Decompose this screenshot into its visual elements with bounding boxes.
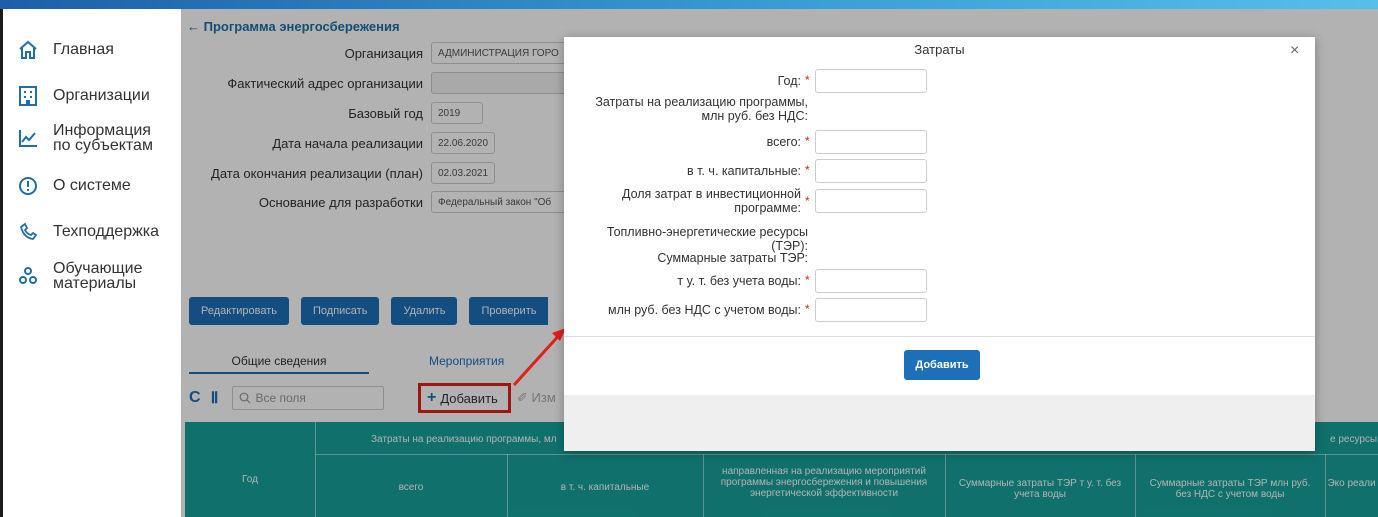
field-label-total: всего: [766, 135, 801, 149]
chart-icon [17, 127, 39, 149]
field-label-ter-tut: т у. т. без учета воды: [677, 274, 801, 288]
dialog-footer [564, 395, 1315, 451]
costs-dialog: Затраты × Год: * Затраты на реализацию п… [564, 37, 1315, 451]
sidebar-item-organizations[interactable]: Организации [17, 85, 150, 107]
sidebar-item-label: О системе [53, 177, 131, 194]
field-label-ter-group: Топливно-энергетические ресурсы (ТЭР): [606, 225, 808, 253]
required-mark: * [805, 73, 810, 87]
sidebar-item-learning[interactable]: Обучающие материалы [17, 260, 143, 292]
field-label-investment-share: Доля затрат в инвестиционной программе: [621, 187, 801, 215]
investment-share-input[interactable] [815, 189, 927, 213]
sidebar-item-home[interactable]: Главная [17, 39, 114, 61]
building-icon [17, 85, 39, 107]
info-icon [17, 175, 39, 197]
ter-tut-input[interactable] [815, 269, 927, 293]
required-mark: * [805, 134, 810, 148]
home-icon [17, 39, 39, 61]
required-mark: * [805, 163, 810, 177]
sidebar-item-support[interactable]: Техподдержка [17, 221, 159, 243]
field-label-capital: в т. ч. капитальные: [687, 164, 801, 178]
field-label-year: Год: [777, 74, 801, 88]
required-mark: * [805, 194, 810, 208]
sidebar-item-subjects[interactable]: Информация по субъектам [17, 122, 153, 154]
sidebar: Главная Организации Информация по субъект… [3, 9, 181, 517]
top-bar [0, 0, 1378, 9]
required-mark: * [805, 273, 810, 287]
field-label-ter-rub: млн руб. без НДС с учетом воды: [607, 303, 801, 317]
ter-rub-input[interactable] [815, 298, 927, 322]
total-input[interactable] [815, 130, 927, 154]
dialog-title: Затраты [914, 42, 965, 57]
required-mark: * [805, 302, 810, 316]
sidebar-item-label: Главная [53, 41, 114, 58]
dialog-add-button[interactable]: Добавить [904, 350, 980, 380]
close-icon[interactable]: × [1290, 42, 1299, 60]
capital-input[interactable] [815, 159, 927, 183]
support-icon [17, 221, 39, 243]
sidebar-item-label: Информация по субъектам [53, 122, 153, 154]
field-label-costs-group: Затраты на реализацию программы, млн руб.… [595, 95, 808, 123]
learning-icon [17, 265, 39, 287]
year-input[interactable] [815, 69, 927, 93]
sidebar-item-about[interactable]: О системе [17, 175, 131, 197]
sidebar-item-label: Обучающие материалы [53, 260, 143, 292]
sidebar-item-label: Организации [53, 87, 150, 104]
dialog-divider [564, 336, 1315, 337]
field-label-ter-total: Суммарные затраты ТЭР: [657, 251, 808, 265]
sidebar-item-label: Техподдержка [53, 223, 160, 240]
